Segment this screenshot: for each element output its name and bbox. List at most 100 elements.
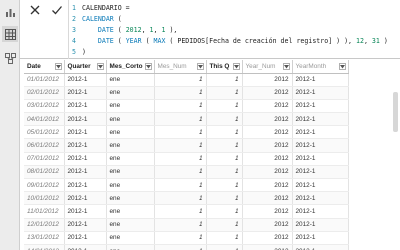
column-header-year-num[interactable]: Year_Num [242, 60, 293, 74]
table-cell[interactable]: 2012 [242, 125, 293, 140]
table-cell[interactable]: ene [106, 178, 155, 193]
table-cell[interactable]: 1 [154, 204, 207, 219]
table-cell[interactable]: 2012-1 [64, 165, 107, 180]
table-cell[interactable]: 1 [206, 231, 243, 245]
table-cell[interactable]: ene [106, 218, 155, 232]
table-cell[interactable]: 2012 [242, 99, 293, 114]
table-cell[interactable]: 08/01/2012 [24, 165, 65, 180]
table-cell[interactable]: ene [106, 99, 155, 114]
table-row[interactable]: 07/01/2012 2012-1 ene 1 1 2012 2012-1 [24, 152, 349, 166]
table-cell[interactable]: 2012 [242, 152, 293, 166]
table-row[interactable]: 13/01/2012 2012-1 ene 1 1 2012 2012-1 [24, 231, 349, 245]
table-cell[interactable]: 1 [154, 218, 207, 232]
table-cell[interactable]: 04/01/2012 [24, 112, 65, 127]
table-cell[interactable]: 1 [206, 86, 243, 100]
table-cell[interactable]: 13/01/2012 [24, 231, 65, 245]
table-cell[interactable]: 1 [206, 152, 243, 166]
table-cell[interactable]: 1 [154, 178, 207, 193]
table-cell[interactable]: 1 [206, 73, 243, 87]
table-cell[interactable]: 11/01/2012 [24, 204, 65, 219]
table-cell[interactable]: ene [106, 165, 155, 180]
table-cell[interactable]: 2012-1 [292, 231, 349, 245]
table-cell[interactable]: 2012-1 [64, 204, 107, 219]
table-cell[interactable]: 2012 [242, 165, 293, 180]
cancel-formula-button[interactable] [26, 1, 44, 19]
table-cell[interactable]: 2012-1 [292, 165, 349, 180]
table-cell[interactable]: 1 [206, 112, 243, 127]
filter-dropdown-icon[interactable] [282, 63, 290, 70]
table-cell[interactable]: 01/01/2012 [24, 73, 65, 87]
table-cell[interactable]: 2012 [242, 231, 293, 245]
table-cell[interactable]: ene [106, 138, 155, 153]
dax-formula-editor[interactable]: 1 CALENDARIO = 2 CALENDAR (3 DATE ( 2012, 1… [72, 3, 398, 58]
table-cell[interactable]: 1 [206, 138, 243, 153]
table-cell[interactable]: 2012-1 [292, 112, 349, 127]
table-cell[interactable]: 2012-1 [292, 125, 349, 140]
table-cell[interactable]: 07/01/2012 [24, 152, 65, 166]
table-cell[interactable]: 1 [206, 204, 243, 219]
table-cell[interactable]: ene [106, 73, 155, 87]
table-cell[interactable]: 2012-1 [292, 191, 349, 206]
table-cell[interactable]: 2012-1 [64, 73, 107, 87]
table-cell[interactable]: 2012-1 [64, 138, 107, 153]
table-cell[interactable]: 14/01/2012 [24, 244, 65, 250]
column-header-quarter[interactable]: Quarter [64, 60, 107, 74]
column-header-mes-num[interactable]: Mes_Num [154, 60, 207, 74]
table-cell[interactable]: ene [106, 204, 155, 219]
table-cell[interactable]: 03/01/2012 [24, 99, 65, 114]
table-cell[interactable]: 2012 [242, 112, 293, 127]
table-row[interactable]: 01/01/2012 2012-1 ene 1 1 2012 2012-1 [24, 73, 349, 87]
table-cell[interactable]: 2012-1 [64, 125, 107, 140]
table-cell[interactable]: 06/01/2012 [24, 138, 65, 153]
table-row[interactable]: 12/01/2012 2012-1 ene 1 1 2012 2012-1 [24, 218, 349, 232]
table-cell[interactable]: ene [106, 191, 155, 206]
table-cell[interactable]: 2012 [242, 244, 293, 250]
table-cell[interactable]: 1 [206, 191, 243, 206]
table-cell[interactable]: 1 [206, 178, 243, 193]
table-cell[interactable]: 1 [154, 86, 207, 100]
table-cell[interactable]: 1 [154, 99, 207, 114]
table-cell[interactable]: 09/01/2012 [24, 178, 65, 193]
table-row[interactable]: 10/01/2012 2012-1 ene 1 1 2012 2012-1 [24, 191, 349, 206]
table-cell[interactable]: 1 [206, 165, 243, 180]
column-header-this-q[interactable]: This Q [206, 60, 243, 74]
table-cell[interactable]: 1 [154, 191, 207, 206]
table-cell[interactable]: ene [106, 244, 155, 250]
table-row[interactable]: 03/01/2012 2012-1 ene 1 1 2012 2012-1 [24, 99, 349, 114]
table-cell[interactable]: 2012 [242, 218, 293, 232]
table-cell[interactable]: 2012-1 [292, 204, 349, 219]
table-cell[interactable]: 12/01/2012 [24, 218, 65, 232]
table-cell[interactable]: 2012-1 [292, 99, 349, 114]
table-cell[interactable]: 1 [206, 244, 243, 250]
table-cell[interactable]: 1 [154, 244, 207, 250]
table-cell[interactable]: 2012-1 [292, 73, 349, 87]
table-cell[interactable]: 2012-1 [64, 99, 107, 114]
table-cell[interactable]: 1 [154, 165, 207, 180]
table-cell[interactable]: 2012-1 [292, 86, 349, 100]
filter-dropdown-icon[interactable] [54, 63, 62, 70]
table-cell[interactable]: 2012-1 [292, 244, 349, 250]
filter-dropdown-icon[interactable] [144, 63, 152, 70]
table-cell[interactable]: 1 [206, 218, 243, 232]
data-view-button[interactable] [2, 26, 18, 42]
filter-dropdown-icon[interactable] [96, 63, 104, 70]
table-cell[interactable]: ene [106, 125, 155, 140]
table-cell[interactable]: 2012 [242, 138, 293, 153]
table-cell[interactable]: 2012-1 [292, 152, 349, 166]
report-view-button[interactable] [2, 4, 18, 20]
filter-dropdown-icon[interactable] [196, 63, 204, 70]
scroll-thumb[interactable] [393, 92, 398, 132]
table-cell[interactable]: ene [106, 231, 155, 245]
table-row[interactable]: 08/01/2012 2012-1 ene 1 1 2012 2012-1 [24, 165, 349, 180]
table-cell[interactable]: 2012-1 [64, 244, 107, 250]
table-cell[interactable]: 1 [154, 125, 207, 140]
table-row[interactable]: 04/01/2012 2012-1 ene 1 1 2012 2012-1 [24, 112, 349, 127]
table-cell[interactable]: 1 [154, 73, 207, 87]
table-cell[interactable]: ene [106, 86, 155, 100]
table-cell[interactable]: 1 [154, 112, 207, 127]
commit-formula-button[interactable] [48, 1, 66, 19]
table-cell[interactable]: 10/01/2012 [24, 191, 65, 206]
filter-dropdown-icon[interactable] [232, 63, 240, 70]
column-header-date[interactable]: Date [24, 60, 65, 74]
table-cell[interactable]: 1 [154, 231, 207, 245]
